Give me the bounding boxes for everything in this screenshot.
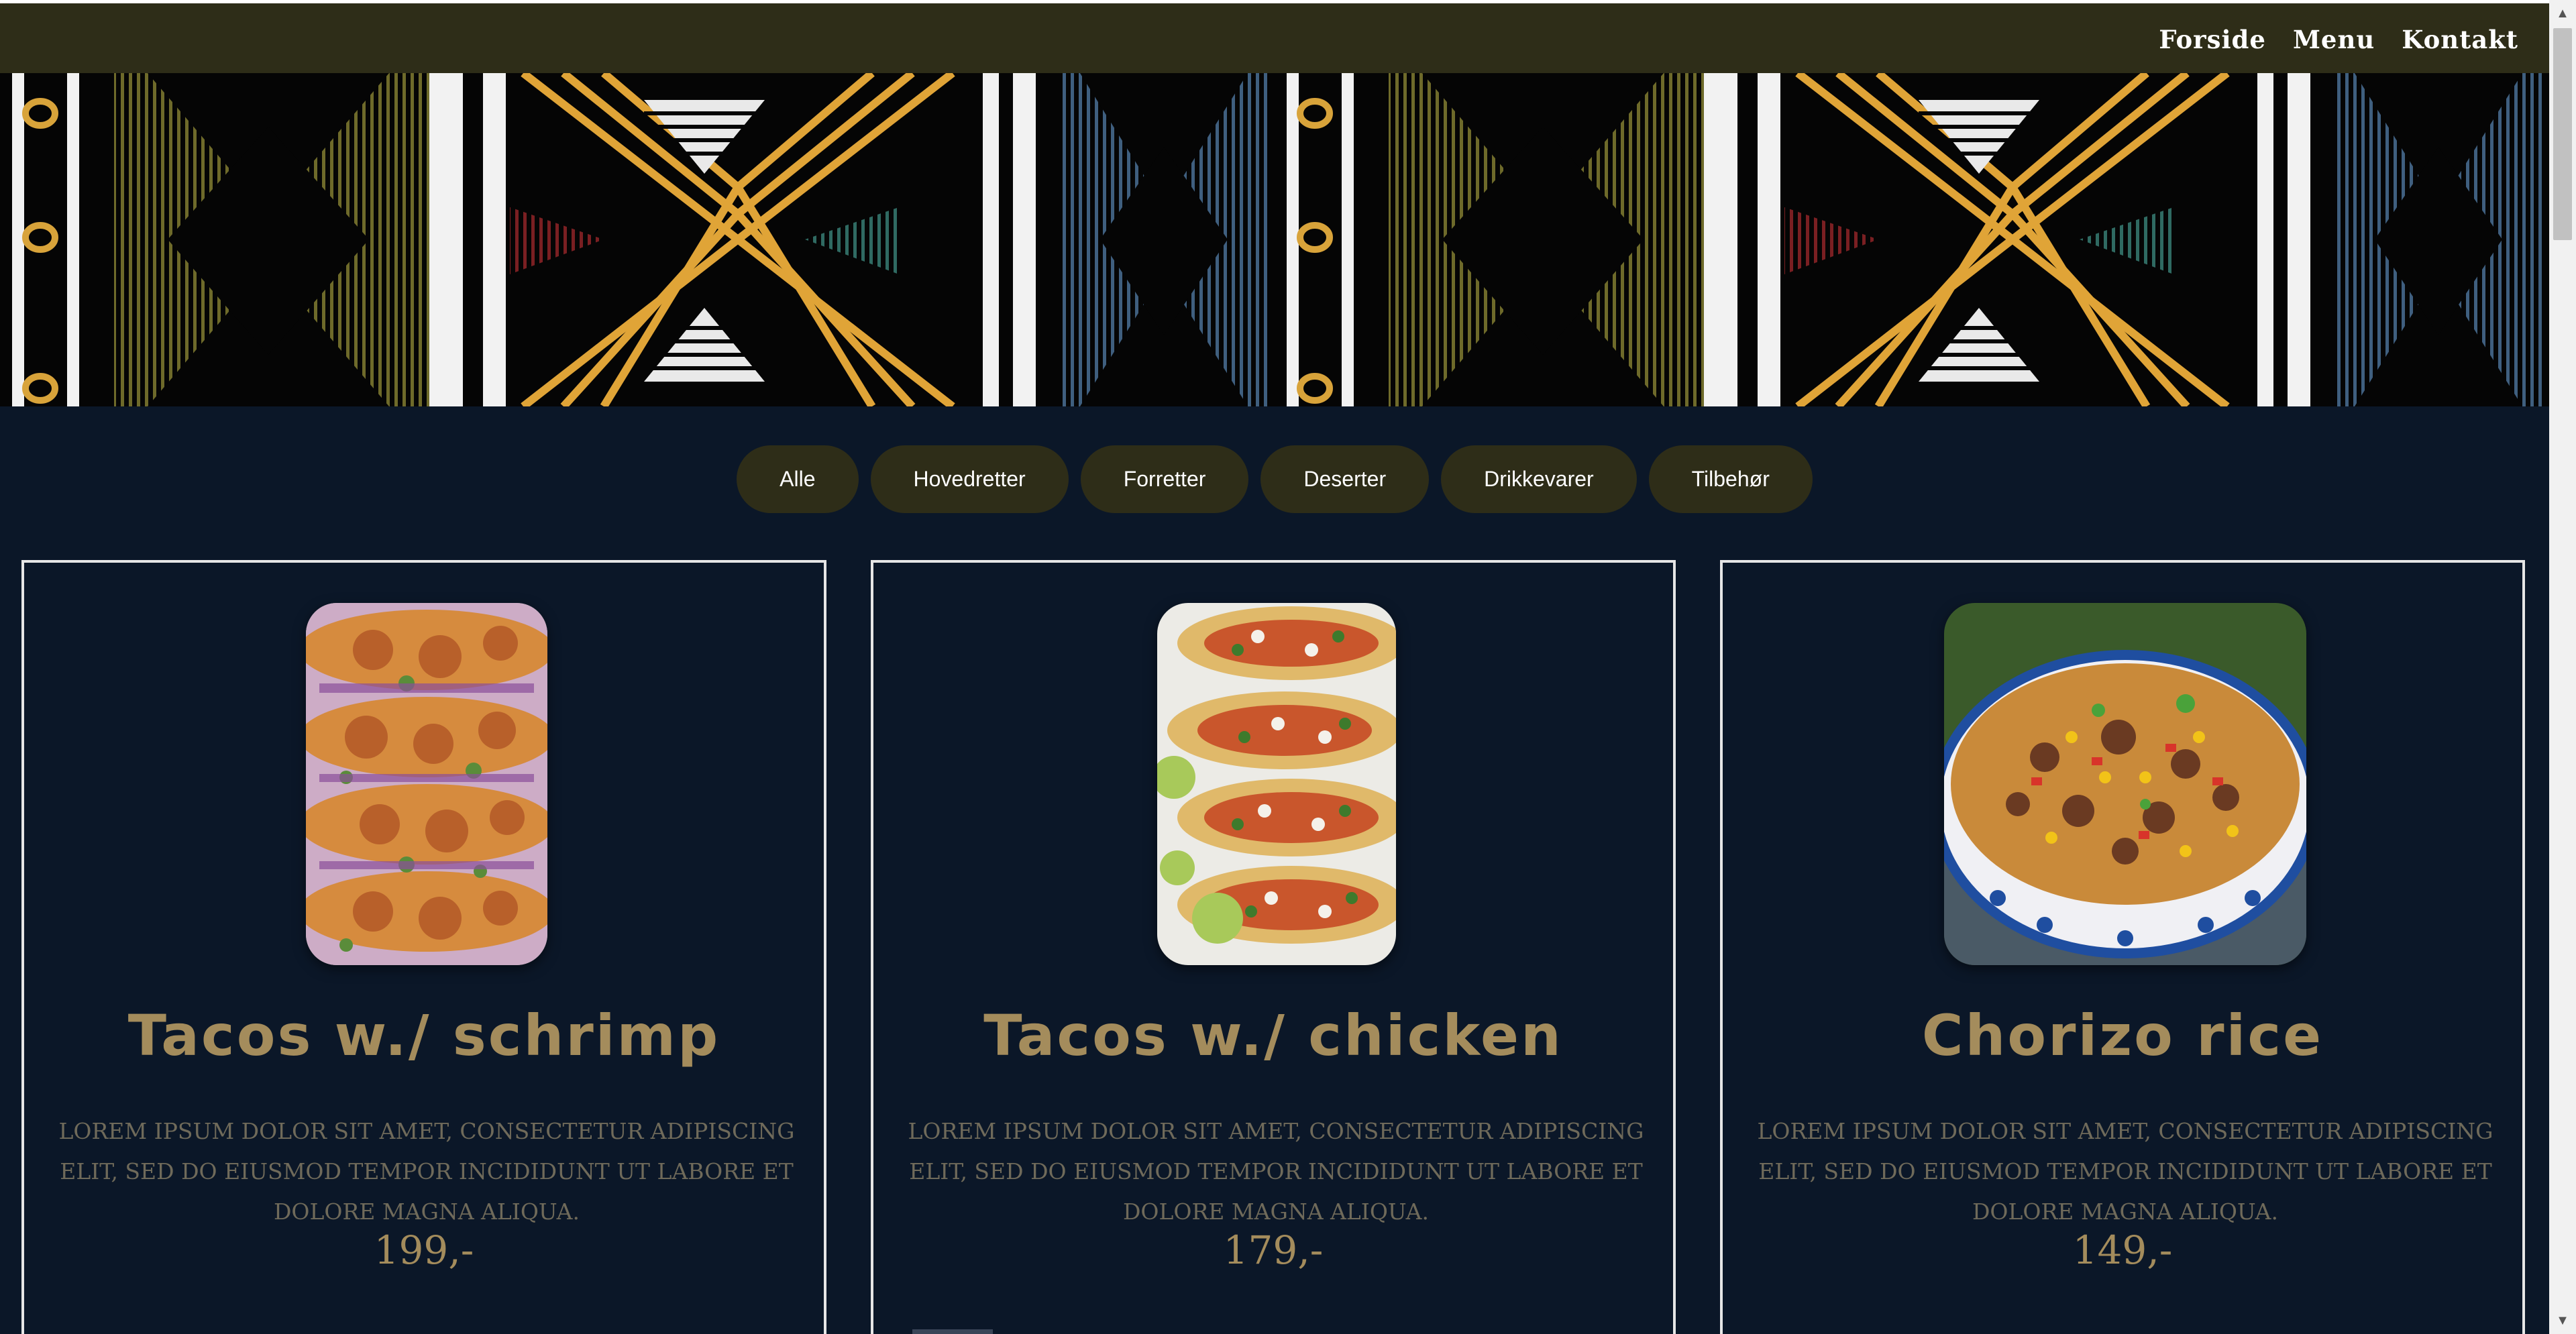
menu-item-title: Tacos w./ chicken [983,1003,1563,1068]
menu-item-price: 199,- [374,1227,474,1273]
menu-item-description: Lorem ipsum dolor sit amet, consectetur … [58,1118,795,1225]
filter-drikkevarer-button[interactable]: Drikkevarer [1441,445,1637,513]
category-filters: Alle Hovedretter Forretter Deserter Drik… [0,445,2549,513]
menu-card[interactable]: Tacos w./ schrimp Lorem ipsum dolor sit … [21,560,826,1334]
menu-card[interactable]: Chorizo rice Lorem ipsum dolor sit amet,… [1720,560,2525,1334]
scroll-thumb[interactable] [2553,28,2572,240]
navbar: Forside Menu Kontakt [0,3,2549,73]
scroll-up-arrow-icon[interactable]: ▲ [2549,0,2576,27]
filter-alle-button[interactable]: Alle [737,445,859,513]
nav-link-menu[interactable]: Menu [2293,25,2375,54]
pattern-banner [0,73,2549,406]
menu-card[interactable]: Tacos w./ chicken Lorem ipsum dolor sit … [871,560,1676,1334]
tribal-pattern-image [0,73,2549,406]
nav-links: Forside Menu Kontakt [2159,25,2518,54]
nav-link-forside[interactable]: Forside [2159,25,2266,54]
filter-forretter-button[interactable]: Forretter [1080,445,1249,513]
page: Forside Menu Kontakt Alle Hovedretter Fo… [0,0,2549,1334]
shrimp-tacos-photo [306,603,547,965]
menu-item-price: 149,- [2072,1227,2173,1273]
menu-item-description: Lorem ipsum dolor sit amet, consectetur … [908,1118,1644,1225]
focus-indicator [912,1329,993,1334]
menu-item-title: Chorizo rice [1921,1003,2324,1068]
chorizo-rice-photo [1944,603,2306,965]
menu-item-title: Tacos w./ schrimp [127,1003,720,1068]
filter-tilbehor-button[interactable]: Tilbehør [1648,445,1813,513]
nav-link-kontakt[interactable]: Kontakt [2402,25,2518,54]
menu-item-description: Lorem ipsum dolor sit amet, consectetur … [1757,1118,2493,1225]
chicken-tacos-photo [1157,603,1396,965]
scroll-down-arrow-icon[interactable]: ▼ [2549,1307,2576,1334]
menu-item-price: 179,- [1223,1227,1324,1273]
filter-hovedretter-button[interactable]: Hovedretter [870,445,1069,513]
vertical-scrollbar[interactable]: ▲ ▼ [2549,0,2576,1334]
filter-deserter-button[interactable]: Deserter [1260,445,1430,513]
